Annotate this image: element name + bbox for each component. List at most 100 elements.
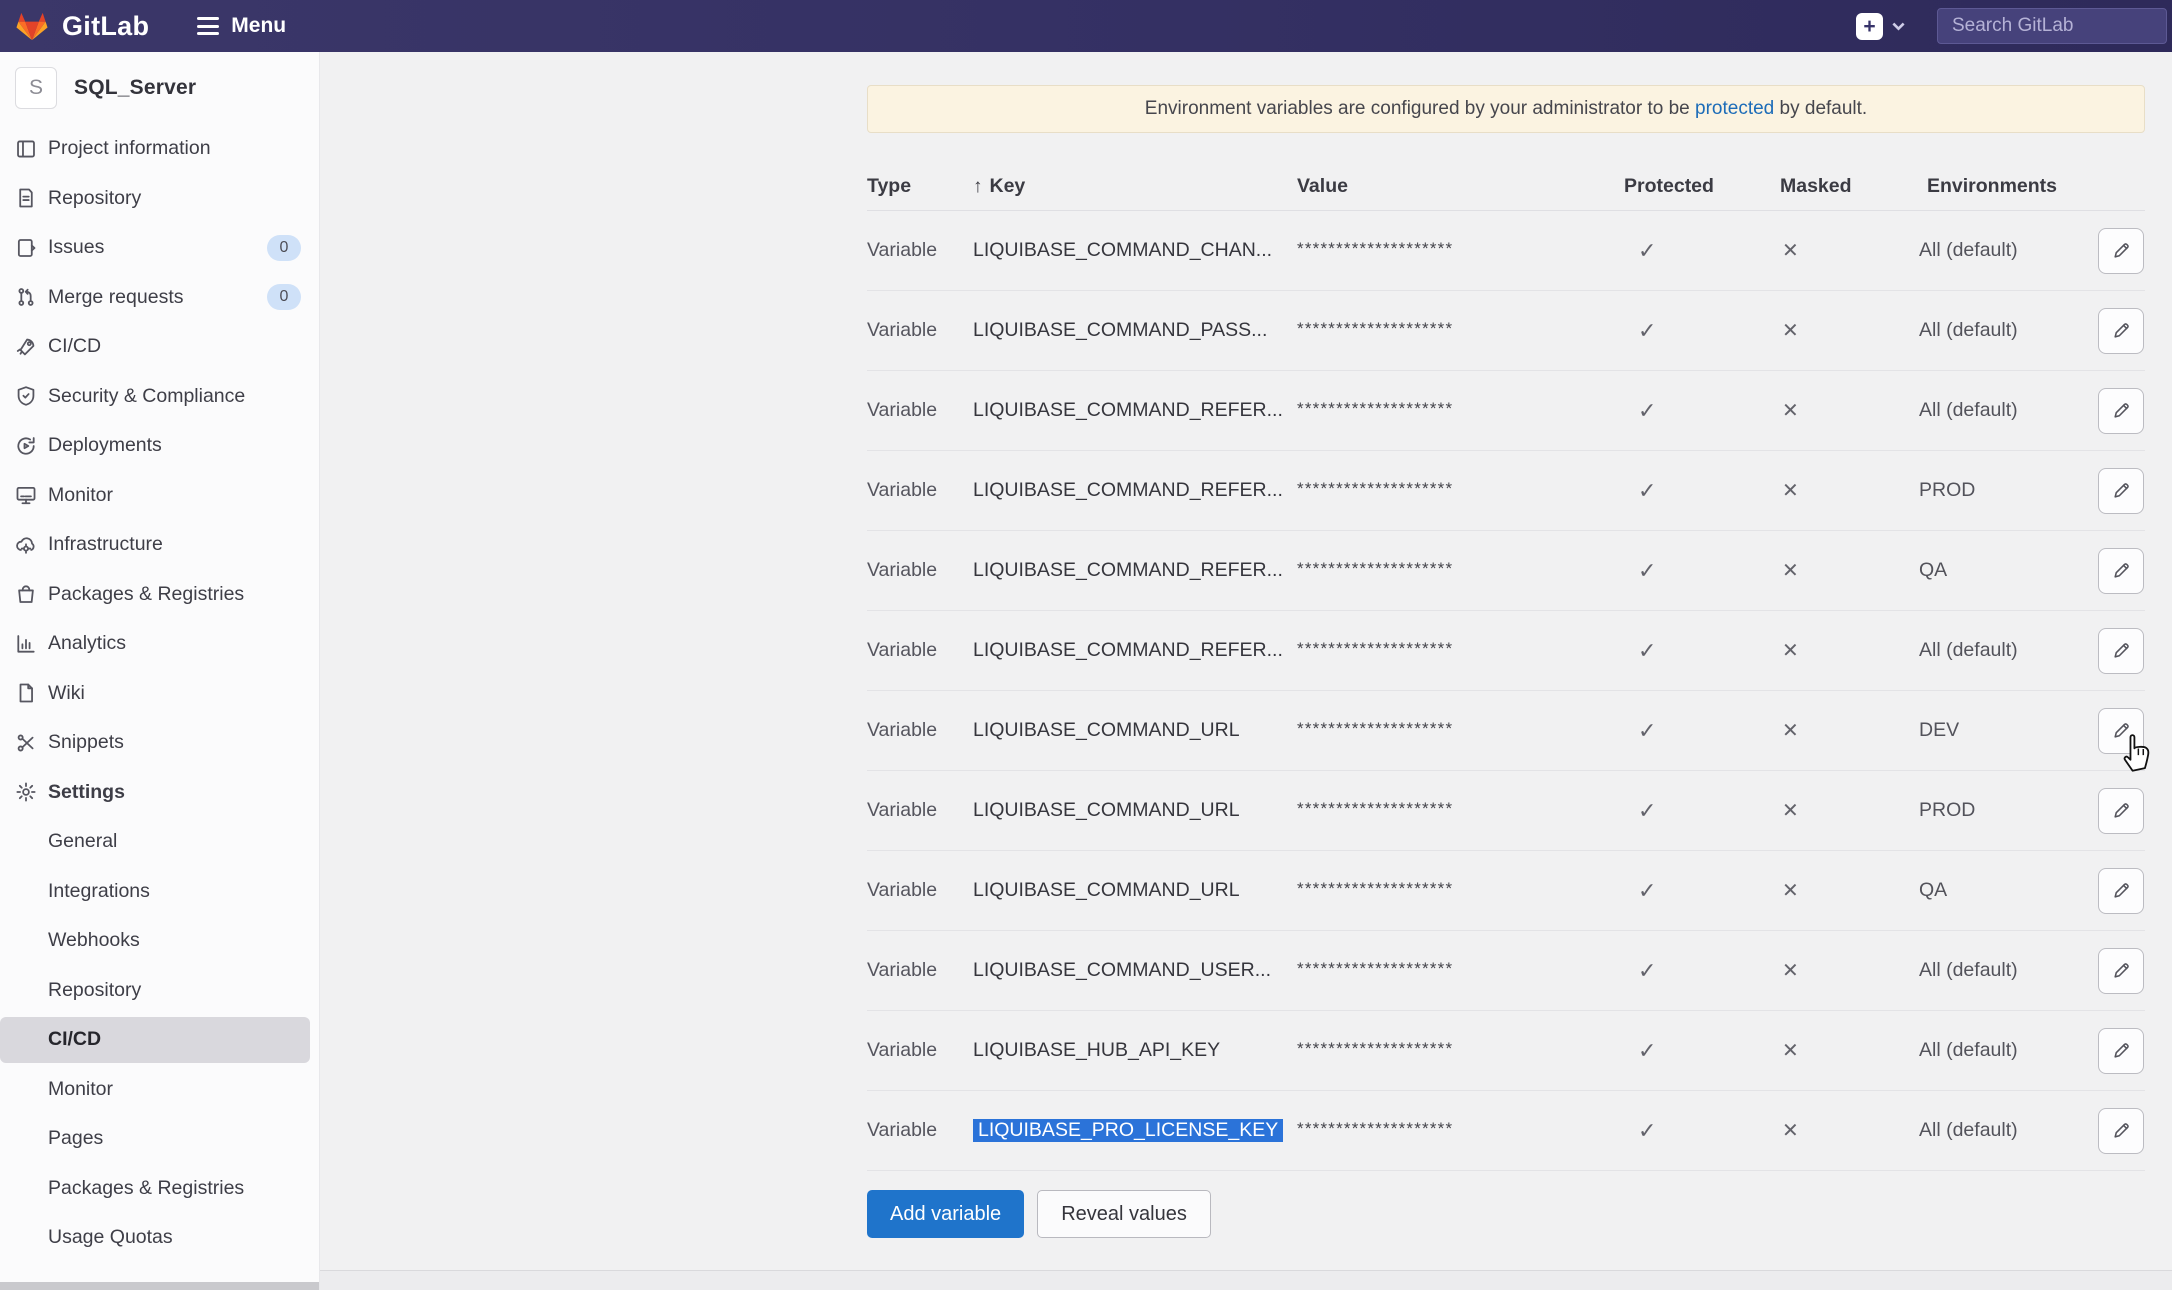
variable-type: Variable bbox=[867, 399, 973, 422]
search-input[interactable] bbox=[1937, 8, 2167, 44]
sidebar-item-analytics[interactable]: Analytics bbox=[0, 619, 319, 669]
edit-variable-button[interactable] bbox=[2098, 388, 2144, 434]
variable-environment: All (default) bbox=[1919, 239, 2098, 262]
count-badge: 0 bbox=[267, 284, 301, 310]
merge-requests-icon bbox=[15, 286, 37, 308]
protected-link[interactable]: protected bbox=[1695, 98, 1774, 120]
protected-check-icon: ✓ bbox=[1624, 878, 1780, 904]
reveal-values-button[interactable]: Reveal values bbox=[1037, 1190, 1211, 1238]
settings-subitem-general[interactable]: General bbox=[0, 817, 319, 867]
sort-ascending-icon: ↑ bbox=[973, 176, 983, 198]
edit-variable-button[interactable] bbox=[2098, 548, 2144, 594]
pencil-icon bbox=[2111, 400, 2132, 421]
protected-check-icon: ✓ bbox=[1624, 318, 1780, 344]
edit-variable-button[interactable] bbox=[2098, 708, 2144, 754]
sidebar-item-label: Wiki bbox=[48, 682, 319, 705]
sidebar-item-merge-requests[interactable]: Merge requests 0 bbox=[0, 273, 319, 323]
sidebar-item-packages-registries[interactable]: Packages & Registries bbox=[0, 570, 319, 620]
pencil-icon bbox=[2111, 1120, 2132, 1141]
variable-value-masked: ******************** bbox=[1297, 239, 1624, 259]
project-avatar[interactable]: S bbox=[15, 67, 57, 109]
packages-icon bbox=[15, 583, 37, 605]
variable-key: LIQUIBASE_COMMAND_URL bbox=[973, 879, 1297, 902]
edit-variable-button[interactable] bbox=[2098, 628, 2144, 674]
pencil-icon bbox=[2111, 480, 2132, 501]
protected-check-icon: ✓ bbox=[1624, 238, 1780, 264]
settings-subitem-repository[interactable]: Repository bbox=[0, 966, 319, 1016]
add-variable-button[interactable]: Add variable bbox=[867, 1190, 1024, 1238]
subnav-item-label: Monitor bbox=[48, 1078, 113, 1101]
variable-value-masked: ******************** bbox=[1297, 879, 1624, 899]
settings-subitem-usage-quotas[interactable]: Usage Quotas bbox=[0, 1213, 319, 1263]
sidebar-item-settings[interactable]: Settings bbox=[0, 768, 319, 818]
masked-x-icon: ✕ bbox=[1780, 1038, 1927, 1063]
variable-environment: PROD bbox=[1919, 799, 2098, 822]
variable-row: Variable LIQUIBASE_COMMAND_URL *********… bbox=[867, 851, 2145, 931]
gitlab-logo[interactable]: GitLab bbox=[14, 10, 149, 43]
gitlab-wordmark: GitLab bbox=[62, 11, 149, 42]
variable-value-masked: ******************** bbox=[1297, 559, 1624, 579]
infrastructure-icon bbox=[15, 534, 37, 556]
sidebar-item-wiki[interactable]: Wiki bbox=[0, 669, 319, 719]
edit-variable-button[interactable] bbox=[2098, 308, 2144, 354]
pencil-icon bbox=[2111, 720, 2132, 741]
edit-variable-button[interactable] bbox=[2098, 1028, 2144, 1074]
edit-variable-button[interactable] bbox=[2098, 948, 2144, 994]
sidebar-item-infrastructure[interactable]: Infrastructure bbox=[0, 520, 319, 570]
pencil-icon bbox=[2111, 240, 2132, 261]
settings-subitem-monitor[interactable]: Monitor bbox=[0, 1065, 319, 1115]
edit-variable-button[interactable] bbox=[2098, 468, 2144, 514]
variable-key: LIQUIBASE_COMMAND_REFER... bbox=[973, 399, 1297, 422]
edit-variable-button[interactable] bbox=[2098, 868, 2144, 914]
sidebar-item-label: Analytics bbox=[48, 632, 319, 655]
edit-variable-button[interactable] bbox=[2098, 228, 2144, 274]
variable-row: Variable LIQUIBASE_COMMAND_REFER... ****… bbox=[867, 611, 2145, 691]
settings-subitem-ci-cd[interactable]: CI/CD bbox=[0, 1015, 319, 1065]
variable-environment: All (default) bbox=[1919, 319, 2098, 342]
variable-row: Variable LIQUIBASE_COMMAND_REFER... ****… bbox=[867, 371, 2145, 451]
sidebar-item-label: Settings bbox=[48, 781, 319, 804]
col-protected: Protected bbox=[1624, 175, 1780, 198]
sidebar-item-monitor[interactable]: Monitor bbox=[0, 471, 319, 521]
col-type: Type bbox=[867, 175, 973, 198]
sidebar-item-label: Monitor bbox=[48, 484, 319, 507]
variable-row: Variable LIQUIBASE_COMMAND_URL *********… bbox=[867, 691, 2145, 771]
variable-row: Variable LIQUIBASE_PRO_LICENSE_KEY *****… bbox=[867, 1091, 2145, 1171]
variable-environment: All (default) bbox=[1919, 1039, 2098, 1062]
new-menu-button[interactable]: + bbox=[1850, 12, 1911, 41]
project-name: SQL_Server bbox=[74, 76, 196, 100]
variable-row: Variable LIQUIBASE_COMMAND_URL *********… bbox=[867, 771, 2145, 851]
variable-row: Variable LIQUIBASE_COMMAND_USER... *****… bbox=[867, 931, 2145, 1011]
variable-value-masked: ******************** bbox=[1297, 639, 1624, 659]
sidebar-item-label: Infrastructure bbox=[48, 533, 319, 556]
sidebar-item-ci-cd[interactable]: CI/CD bbox=[0, 322, 319, 372]
settings-icon bbox=[15, 781, 37, 803]
settings-subitem-integrations[interactable]: Integrations bbox=[0, 867, 319, 917]
col-key-sortable[interactable]: ↑ Key bbox=[973, 175, 1297, 198]
masked-x-icon: ✕ bbox=[1780, 318, 1927, 343]
gitlab-app: GitLab Menu + S SQL_Server Project infor… bbox=[0, 0, 2172, 1290]
sidebar-item-repository[interactable]: Repository bbox=[0, 174, 319, 224]
sidebar-item-project-information[interactable]: Project information bbox=[0, 124, 319, 174]
protected-check-icon: ✓ bbox=[1624, 558, 1780, 584]
settings-subitem-pages[interactable]: Pages bbox=[0, 1114, 319, 1164]
edit-variable-button[interactable] bbox=[2098, 1108, 2144, 1154]
sidebar-item-deployments[interactable]: Deployments bbox=[0, 421, 319, 471]
snippets-icon bbox=[15, 732, 37, 754]
masked-x-icon: ✕ bbox=[1780, 478, 1927, 503]
sidebar-item-issues[interactable]: Issues 0 bbox=[0, 223, 319, 273]
masked-x-icon: ✕ bbox=[1780, 718, 1927, 743]
sidebar-item-security-compliance[interactable]: Security & Compliance bbox=[0, 372, 319, 422]
edit-variable-button[interactable] bbox=[2098, 788, 2144, 834]
sidebar-item-snippets[interactable]: Snippets bbox=[0, 718, 319, 768]
variable-key: LIQUIBASE_COMMAND_CHAN... bbox=[973, 239, 1297, 262]
settings-subitem-packages-registries[interactable]: Packages & Registries bbox=[0, 1164, 319, 1214]
variable-type: Variable bbox=[867, 239, 973, 262]
subnav-item-label: Repository bbox=[48, 979, 141, 1002]
sidebar: S SQL_Server Project information Reposit… bbox=[0, 52, 320, 1290]
settings-subitem-webhooks[interactable]: Webhooks bbox=[0, 916, 319, 966]
sidebar-item-label: Project information bbox=[48, 137, 319, 160]
settings-subnav: General Integrations Webhooks Repository… bbox=[0, 817, 319, 1263]
menu-button[interactable]: Menu bbox=[191, 13, 292, 39]
monitor-icon bbox=[15, 484, 37, 506]
